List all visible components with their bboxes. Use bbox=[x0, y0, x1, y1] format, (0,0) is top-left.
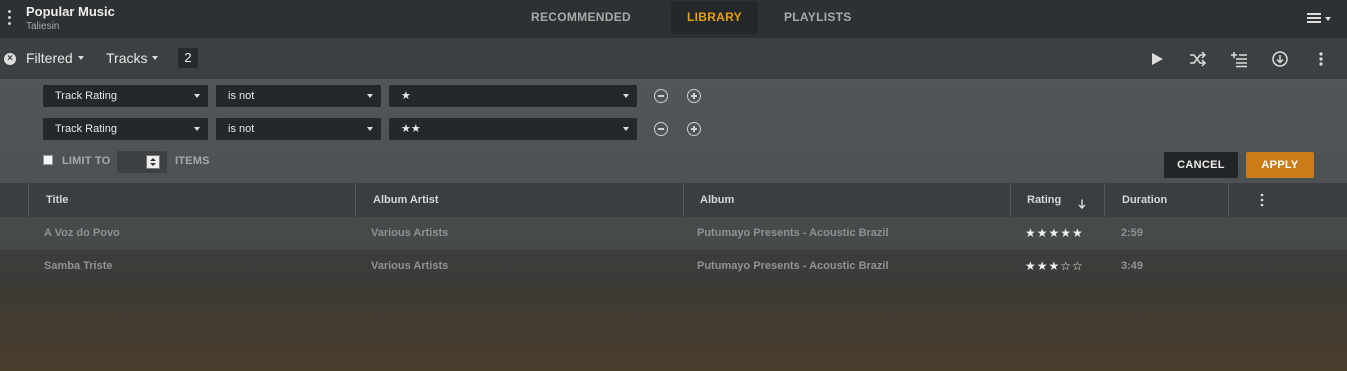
limit-suffix-label: ITEMS bbox=[175, 155, 210, 167]
rule-value-select[interactable]: ★ bbox=[389, 85, 637, 107]
sort-descending-icon bbox=[1078, 196, 1086, 209]
column-options-icon[interactable] bbox=[1253, 191, 1271, 209]
column-header-album[interactable]: Album bbox=[700, 183, 734, 217]
rule-value: ★★ bbox=[401, 123, 421, 135]
add-to-queue-icon[interactable] bbox=[1230, 50, 1248, 68]
rule-field-select[interactable]: Track Rating bbox=[43, 118, 208, 140]
chevron-down-icon bbox=[367, 127, 373, 131]
column-divider[interactable] bbox=[1228, 183, 1229, 217]
chevron-down-icon bbox=[623, 127, 629, 131]
limit-prefix-label: LIMIT TO bbox=[62, 155, 111, 167]
remove-rule-button[interactable] bbox=[654, 89, 668, 103]
column-divider bbox=[28, 183, 29, 217]
tab-library[interactable]: LIBRARY bbox=[670, 1, 758, 34]
type-dropdown[interactable]: Tracks bbox=[106, 50, 159, 66]
table-row[interactable]: Samba Triste Various Artists Putumayo Pr… bbox=[0, 250, 1347, 283]
more-icon[interactable] bbox=[1312, 50, 1330, 68]
column-divider[interactable] bbox=[355, 183, 356, 217]
add-rule-button[interactable] bbox=[687, 122, 701, 136]
filter-rules-panel: Track Rating is not ★ Track Rating is no… bbox=[0, 79, 1347, 183]
rule-operator-value: is not bbox=[228, 90, 255, 102]
cell-album-artist[interactable]: Various Artists bbox=[371, 217, 448, 250]
column-divider[interactable] bbox=[683, 183, 684, 217]
chevron-down-icon bbox=[194, 127, 200, 131]
chevron-down-icon bbox=[194, 94, 200, 98]
chevron-down-icon bbox=[77, 56, 84, 60]
view-options-button[interactable] bbox=[1307, 11, 1333, 27]
apply-button[interactable]: APPLY bbox=[1246, 152, 1314, 178]
column-divider[interactable] bbox=[1104, 183, 1105, 217]
column-divider[interactable] bbox=[1010, 183, 1011, 217]
chevron-down-icon bbox=[623, 94, 629, 98]
filter-dropdown[interactable]: Filtered bbox=[26, 50, 84, 66]
item-count-badge: 2 bbox=[178, 48, 198, 68]
chevron-down-icon bbox=[1325, 17, 1331, 21]
server-name: Taliesin bbox=[26, 21, 60, 32]
rule-field-select[interactable]: Track Rating bbox=[43, 85, 208, 107]
nav-tabs: RECOMMENDED LIBRARY PLAYLISTS bbox=[515, 0, 868, 38]
filter-bar: × Filtered Tracks 2 bbox=[0, 38, 1347, 79]
table-row[interactable]: A Voz do Povo Various Artists Putumayo P… bbox=[0, 217, 1347, 250]
rule-field-value: Track Rating bbox=[55, 123, 117, 135]
stepper-icon[interactable] bbox=[146, 155, 160, 169]
rule-operator-select[interactable]: is not bbox=[216, 85, 381, 107]
download-icon[interactable] bbox=[1271, 50, 1289, 68]
filter-label: Filtered bbox=[26, 50, 73, 66]
app-menu-icon[interactable] bbox=[5, 10, 13, 26]
type-label: Tracks bbox=[106, 50, 148, 66]
cell-title: A Voz do Povo bbox=[44, 227, 120, 239]
library-title: Popular Music bbox=[26, 4, 115, 19]
cell-duration: 3:49 bbox=[1121, 260, 1144, 272]
cell-album-artist[interactable]: Various Artists bbox=[371, 250, 448, 283]
tab-recommended[interactable]: RECOMMENDED bbox=[515, 1, 647, 34]
cell-album[interactable]: Putumayo Presents - Acoustic Brazil bbox=[697, 217, 889, 250]
rule-operator-value: is not bbox=[228, 123, 255, 135]
chevron-down-icon bbox=[152, 56, 159, 60]
play-icon[interactable] bbox=[1148, 50, 1166, 68]
cancel-button[interactable]: CANCEL bbox=[1164, 152, 1238, 178]
rule-field-value: Track Rating bbox=[55, 90, 117, 102]
cell-title: Samba Triste bbox=[44, 260, 113, 272]
rule-value: ★ bbox=[401, 90, 411, 102]
limit-count-input[interactable] bbox=[117, 151, 167, 173]
rule-operator-select[interactable]: is not bbox=[216, 118, 381, 140]
limit-checkbox[interactable] bbox=[43, 155, 53, 165]
clear-filter-icon[interactable]: × bbox=[4, 53, 16, 65]
tab-playlists[interactable]: PLAYLISTS bbox=[768, 1, 868, 34]
column-header-rating[interactable]: Rating bbox=[1027, 183, 1061, 217]
add-rule-button[interactable] bbox=[687, 89, 701, 103]
cell-album[interactable]: Putumayo Presents - Acoustic Brazil bbox=[697, 250, 889, 283]
remove-rule-button[interactable] bbox=[654, 122, 668, 136]
rating-stars[interactable]: ★★★☆☆ bbox=[1025, 250, 1084, 283]
list-view-icon bbox=[1307, 13, 1321, 25]
shuffle-icon[interactable] bbox=[1189, 50, 1207, 68]
table-header: Title Album Artist Album Rating Duration bbox=[0, 183, 1347, 217]
cell-duration: 2:59 bbox=[1121, 227, 1144, 239]
column-header-title[interactable]: Title bbox=[46, 183, 68, 217]
rule-value-select[interactable]: ★★ bbox=[389, 118, 637, 140]
column-header-duration[interactable]: Duration bbox=[1122, 183, 1167, 217]
column-header-album-artist[interactable]: Album Artist bbox=[373, 183, 439, 217]
top-bar: Popular Music Taliesin RECOMMENDED LIBRA… bbox=[0, 0, 1347, 38]
chevron-down-icon bbox=[367, 94, 373, 98]
rating-stars[interactable]: ★★★★★ bbox=[1025, 217, 1084, 250]
